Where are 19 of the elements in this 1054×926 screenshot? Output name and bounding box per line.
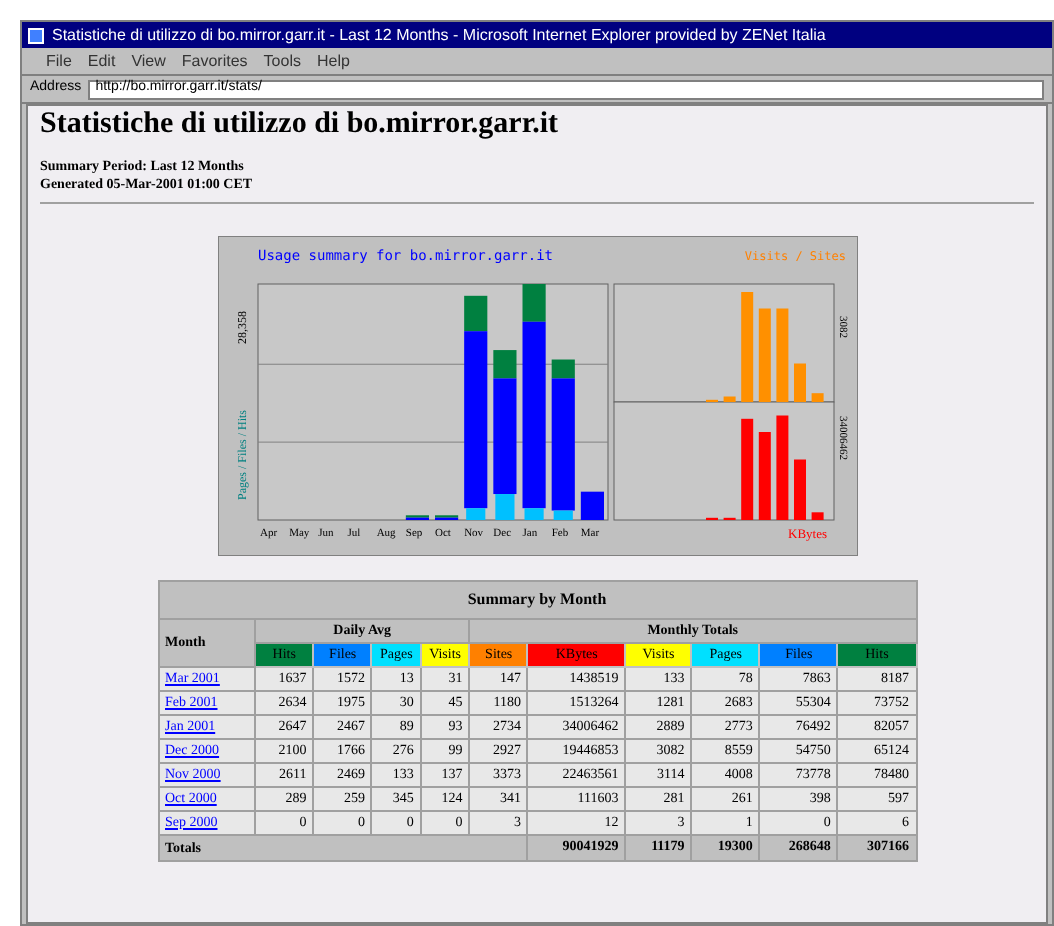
pages-bar (552, 510, 572, 520)
table-title: Summary by Month (158, 581, 916, 619)
hits-bar (492, 350, 516, 379)
visits-bar (722, 396, 735, 402)
kbytes-bar (810, 512, 823, 520)
menu-item[interactable]: Favorites (181, 49, 248, 73)
menu-item[interactable]: View (131, 49, 166, 73)
files-bar (492, 378, 516, 495)
menu-item[interactable]: Help (316, 49, 350, 73)
visits-bar (810, 393, 823, 402)
pages-bar (494, 494, 514, 520)
window-title: Statistiche di utilizzo di bo.mirror.garr.it - Last 12 Months - Microsoft Internet Explorer provided by ZENet Italia (52, 23, 826, 47)
menu-item[interactable]: Edit (87, 49, 116, 73)
menu-item[interactable]: Tools (263, 49, 301, 73)
page-heading: Statistiche di utilizzo di bo.mirror.garr.it (40, 106, 561, 142)
menu-item[interactable]: File (46, 49, 72, 73)
hits-bar (521, 284, 545, 322)
files-bar (550, 378, 574, 511)
ie-icon (28, 27, 44, 43)
